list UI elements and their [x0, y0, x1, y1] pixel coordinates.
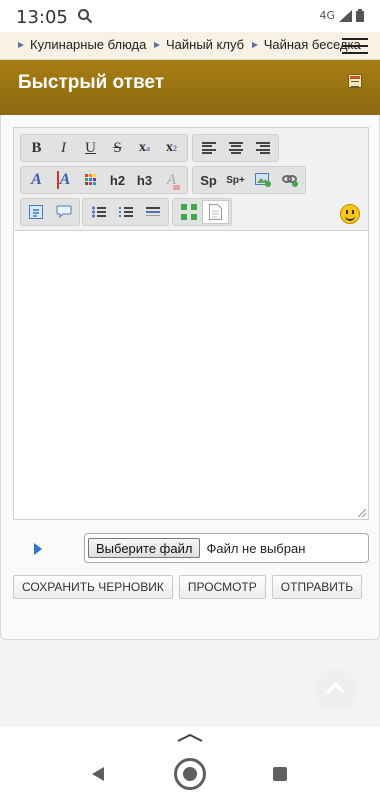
breadcrumb-arrow-icon — [154, 41, 160, 48]
insert-link-button[interactable] — [276, 168, 303, 192]
superscript-label: x — [139, 140, 146, 155]
heading-h2-button[interactable]: h2 — [104, 168, 131, 192]
status-time: 13:05 — [16, 7, 68, 28]
font-icon: A — [31, 171, 42, 188]
insert-image-button[interactable] — [249, 168, 276, 192]
superscript-button[interactable]: xa — [131, 136, 158, 160]
form-actions: СОХРАНИТЬ ЧЕРНОВИК ПРОСМОТР ОТПРАВИТЬ — [13, 575, 363, 599]
comment-button[interactable] — [50, 200, 77, 224]
choose-file-button[interactable]: Выберите файл — [88, 538, 201, 558]
system-navigation-bar — [0, 727, 380, 800]
signal-icon — [339, 9, 352, 22]
align-button-group — [192, 134, 279, 162]
spoiler-sp-plus-button[interactable]: Sp+ — [222, 168, 249, 192]
font-button[interactable]: A — [23, 168, 50, 192]
misc-button-group — [20, 198, 80, 226]
align-center-button[interactable] — [222, 136, 249, 160]
heading-h3-button[interactable]: h3 — [131, 168, 158, 192]
horizontal-rule-button[interactable] — [139, 200, 166, 224]
clear-format-icon: A — [167, 172, 181, 190]
subscript-button[interactable]: x2 — [158, 136, 185, 160]
style-button-group: A A h2 h3 A — [20, 166, 188, 194]
clear-format-button[interactable]: A — [158, 168, 185, 192]
color-palette-icon — [84, 174, 96, 185]
bullet-list-button[interactable] — [85, 200, 112, 224]
breadcrumb-item-label: Кулинарные блюда — [30, 37, 147, 52]
fullscreen-button[interactable] — [175, 200, 202, 224]
align-right-icon — [255, 142, 270, 154]
format-button-group: B I U S xa x2 — [20, 134, 188, 162]
battery-icon — [356, 9, 364, 22]
editor: B I U S xa x2 A A h2 h3 A Sp Sp+ — [13, 127, 369, 520]
submit-button[interactable]: ОТПРАВИТЬ — [271, 575, 363, 599]
breadcrumb-item-label: Чайный клуб — [166, 37, 245, 52]
breadcrumb-item[interactable]: Кулинарные блюда — [18, 37, 146, 52]
bold-button[interactable]: B — [23, 136, 50, 160]
breadcrumb-arrow-icon — [251, 41, 258, 48]
network-type: 4G — [319, 9, 335, 22]
align-right-button[interactable] — [249, 136, 276, 160]
align-left-icon — [201, 142, 216, 154]
attachment-toggle-icon[interactable] — [34, 543, 42, 555]
font-color-button[interactable]: A — [50, 168, 77, 192]
horizontal-rule-icon — [145, 207, 160, 216]
scroll-to-top-button[interactable] — [315, 669, 357, 711]
spoiler-icon — [56, 205, 71, 219]
numbered-list-icon — [118, 207, 133, 217]
quote-button[interactable] — [23, 200, 50, 224]
source-view-icon — [209, 204, 222, 220]
align-left-button[interactable] — [195, 136, 222, 160]
file-input[interactable]: Выберите файл Файл не выбран — [84, 533, 369, 563]
quote-icon — [28, 204, 43, 219]
breadcrumb-item[interactable]: Чайный клуб — [154, 37, 244, 52]
list-button-group — [82, 198, 169, 226]
insert-image-icon — [254, 173, 271, 187]
italic-button[interactable]: I — [50, 136, 77, 160]
message-textarea[interactable] — [14, 231, 368, 519]
status-icons: 4G — [319, 9, 364, 22]
source-view-button[interactable] — [202, 200, 229, 224]
status-bar: 13:05 4G — [0, 0, 380, 32]
recent-apps-icon[interactable] — [273, 767, 287, 781]
home-icon[interactable] — [174, 758, 206, 790]
view-button-group — [172, 198, 232, 226]
bullet-list-icon — [91, 206, 106, 218]
page-title: Быстрый ответ — [18, 72, 165, 93]
calendar-icon[interactable] — [348, 74, 362, 88]
quick-reply-panel: B I U S xa x2 A A h2 h3 A Sp Sp+ Выберит… — [0, 115, 380, 640]
subscript-label: x — [166, 140, 173, 155]
menu-icon[interactable] — [342, 38, 368, 58]
strikethrough-button[interactable]: S — [104, 136, 131, 160]
chevron-up-icon[interactable] — [176, 733, 204, 743]
align-center-icon — [228, 142, 243, 154]
underline-button[interactable]: U — [77, 136, 104, 160]
back-icon[interactable] — [92, 767, 104, 781]
smiley-icon[interactable] — [340, 204, 360, 224]
breadcrumb: Кулинарные блюда Чайный клуб Чайная бесе… — [0, 32, 380, 60]
quick-reply-header: Быстрый ответ — [0, 60, 380, 115]
breadcrumb-arrow-icon — [18, 41, 24, 48]
fullscreen-icon — [180, 204, 197, 220]
color-palette-button[interactable] — [77, 168, 104, 192]
numbered-list-button[interactable] — [112, 200, 139, 224]
save-draft-button[interactable]: СОХРАНИТЬ ЧЕРНОВИК — [13, 575, 173, 599]
editor-toolbar: B I U S xa x2 A A h2 h3 A Sp Sp+ — [14, 128, 368, 231]
spoiler-sp-button[interactable]: Sp — [195, 168, 222, 192]
resize-handle-icon[interactable] — [358, 509, 366, 517]
file-status-label: Файл не выбран — [206, 540, 306, 556]
preview-button[interactable]: ПРОСМОТР — [178, 575, 266, 599]
insert-link-icon — [281, 175, 298, 187]
font-color-icon: A — [56, 171, 70, 189]
insert-button-group: Sp Sp+ — [192, 166, 306, 194]
search-icon — [78, 9, 93, 24]
